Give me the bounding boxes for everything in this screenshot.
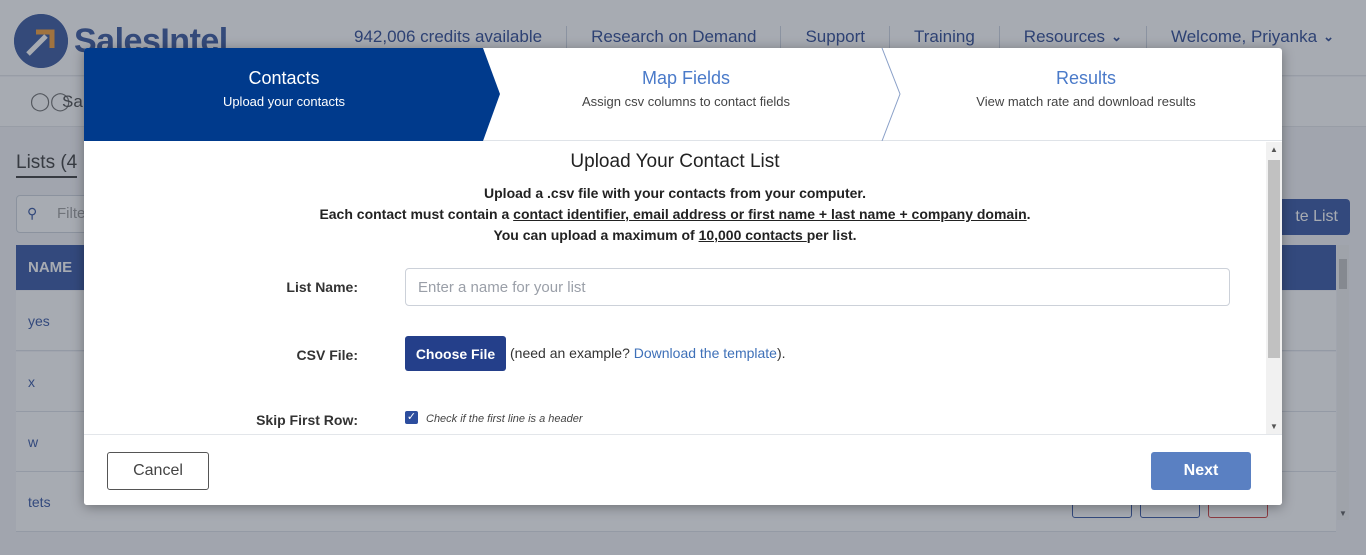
step-title: Contacts <box>248 68 320 88</box>
skip-first-row-label: Skip First Row: <box>256 412 358 428</box>
step-map-fields: Map Fields Assign csv columns to contact… <box>486 68 886 109</box>
list-name-input[interactable] <box>405 268 1230 306</box>
step-subtitle: Assign csv columns to contact fields <box>581 94 791 109</box>
skip-first-row-note: Check if the first line is a header <box>426 413 583 425</box>
modal-footer: Cancel Next <box>84 434 1282 505</box>
modal-body: Upload Your Contact List Upload a .csv f… <box>84 142 1266 434</box>
instruction-line: Each contact must contain a contact iden… <box>319 206 1031 222</box>
step-subtitle: View match rate and download results <box>976 94 1196 109</box>
wizard-steps: Contacts Upload your contacts Map Fields… <box>84 48 1282 141</box>
step-title: Results <box>1055 68 1117 88</box>
choose-file-button[interactable]: Choose File <box>405 336 506 371</box>
upload-contacts-modal: Contacts Upload your contacts Map Fields… <box>84 48 1282 505</box>
scroll-up-arrow-icon[interactable]: ▲ <box>1270 145 1278 154</box>
skip-first-row-checkbox[interactable]: ✓ <box>405 411 418 424</box>
identifier-requirement: contact identifier, email address or fir… <box>513 206 1027 222</box>
instruction-line: You can upload a maximum of 10,000 conta… <box>493 227 857 243</box>
step-contacts: Contacts Upload your contacts <box>84 68 484 109</box>
next-button[interactable]: Next <box>1151 452 1251 490</box>
step-subtitle: Upload your contacts <box>222 94 346 109</box>
list-name-label: List Name: <box>286 279 358 295</box>
step-results: Results View match rate and download res… <box>886 68 1282 109</box>
scroll-down-arrow-icon[interactable]: ▼ <box>1270 422 1278 431</box>
step-title: Map Fields <box>641 68 731 88</box>
instruction-line: Upload a .csv file with your contacts fr… <box>484 185 866 201</box>
modal-scrollbar[interactable]: ▲ ▼ <box>1266 142 1282 434</box>
cancel-button[interactable]: Cancel <box>107 452 209 490</box>
contact-limit: 10,000 contacts <box>698 227 807 243</box>
scrollbar-thumb[interactable] <box>1268 160 1280 358</box>
csv-file-label: CSV File: <box>296 347 358 363</box>
csv-hint: (need an example? Download the template)… <box>510 345 786 361</box>
download-template-link[interactable]: Download the template <box>634 345 777 361</box>
modal-title: Upload Your Contact List <box>570 151 780 172</box>
